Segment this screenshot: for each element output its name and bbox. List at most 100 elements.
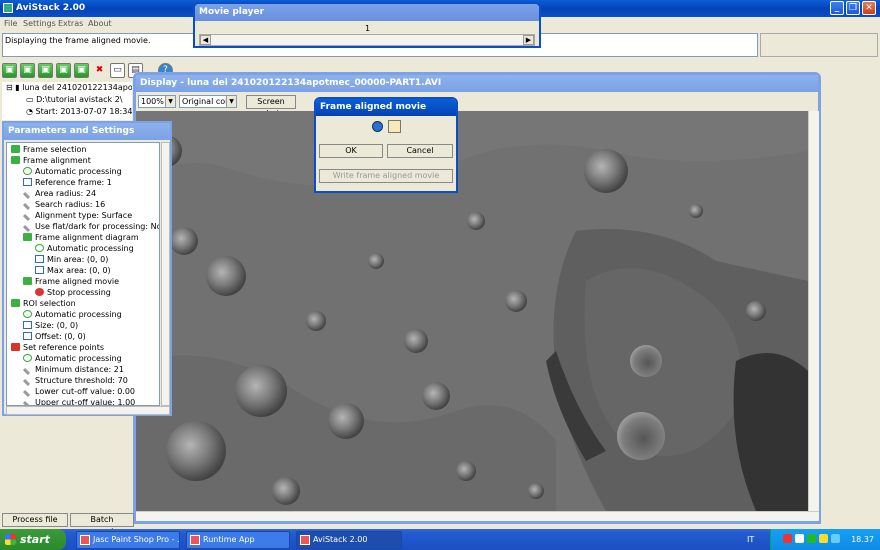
param-tree-item-label: Stop processing <box>47 288 111 297</box>
param-tree-item[interactable]: Automatic processing <box>35 243 134 254</box>
param-tree-item-label: Frame selection <box>23 145 87 154</box>
frame-slider[interactable]: ◀ ▶ <box>199 34 535 46</box>
param-tree-item[interactable]: Frame aligned movie <box>23 276 119 287</box>
param-tree-item[interactable]: Frame alignment diagram <box>23 232 139 243</box>
network-icon[interactable] <box>831 534 840 543</box>
parameters-title: Parameters and Settings <box>4 123 170 140</box>
param-tree-item[interactable]: Upper cut-off value: 1.00 <box>22 397 135 405</box>
param-tree-item-label: Frame aligned movie <box>35 277 120 286</box>
param-tree-item-label: Set reference points <box>23 343 104 352</box>
save-settings-icon[interactable]: ▣ <box>56 63 71 78</box>
param-tree-item[interactable]: Frame alignment <box>11 155 91 166</box>
movie-player-title: Movie player <box>195 4 539 21</box>
param-tree-item[interactable]: Max area: (0, 0) <box>35 265 111 276</box>
param-tree-item[interactable]: Structure threshold: 70 <box>22 375 128 387</box>
param-tree-item[interactable]: ROI selection <box>11 298 76 309</box>
taskbar: start Jasc Paint Shop Pro - ... Runtime … <box>0 529 880 550</box>
lunar-image[interactable] <box>136 111 808 511</box>
start-button[interactable]: start <box>0 529 66 550</box>
param-tree-item[interactable]: Automatic processing <box>23 309 122 320</box>
wrench-icon <box>22 213 31 222</box>
minimize-icon[interactable]: _ <box>830 1 844 15</box>
param-tree-item-label: Structure threshold: 70 <box>35 376 128 385</box>
param-tree-item[interactable]: Offset: (0, 0) <box>23 331 86 342</box>
param-tree-item[interactable]: Automatic processing <box>23 353 122 364</box>
process-file-button[interactable]: Process file <box>2 513 68 527</box>
param-tree-item[interactable]: Use flat/dark for processing: No <box>22 221 159 233</box>
chevron-down-icon: ▼ <box>165 96 175 107</box>
maximize-icon[interactable]: ❐ <box>846 1 860 15</box>
tray-icon[interactable] <box>819 534 828 543</box>
gear-icon <box>23 310 32 318</box>
param-tree-item[interactable]: Area radius: 24 <box>22 188 96 200</box>
wrench-icon <box>22 224 31 233</box>
window-controls: _ ❐ ✕ <box>830 1 876 15</box>
param-tree-item[interactable]: Reference frame: 1 <box>23 177 112 188</box>
param-tree-item-label: ROI selection <box>23 299 76 308</box>
param-tree-item[interactable]: Alignment type: Surface <box>22 210 132 222</box>
task-avistack[interactable]: AviStack 2.00 <box>296 531 402 549</box>
param-tree-item-label: Lower cut-off value: 0.00 <box>35 387 135 396</box>
param-tree-item[interactable]: Frame selection <box>11 144 86 155</box>
display-controls: 100%▼ Original color▼ Screen shot <box>138 95 296 118</box>
param-tree-item-label: Offset: (0, 0) <box>35 332 86 341</box>
param-tree-item[interactable]: Set reference points <box>11 342 104 353</box>
ok-button[interactable]: OK <box>319 144 383 158</box>
param-tree-item[interactable]: Minimum distance: 21 <box>22 364 124 376</box>
load-settings-icon[interactable]: ▣ <box>38 63 53 78</box>
app-title: AviStack 2.00 <box>16 3 86 13</box>
folder-icon <box>11 299 20 307</box>
delete-icon[interactable]: ✖ <box>92 63 107 78</box>
screenshot-button[interactable]: Screen shot <box>246 95 296 118</box>
parameters-vertical-scrollbar[interactable] <box>161 142 170 406</box>
param-tree-item[interactable]: Size: (0, 0) <box>23 320 78 331</box>
folder-icon <box>11 145 20 153</box>
file-tree-path[interactable]: ▭ D:\tutorial avistack 2\ <box>26 95 123 104</box>
new-document-icon[interactable]: ▭ <box>110 63 125 78</box>
param-tree-item[interactable]: Min area: (0, 0) <box>35 254 108 265</box>
menu-about[interactable]: About <box>88 19 112 28</box>
gear-icon <box>35 244 44 252</box>
param-tree-item[interactable]: Stop processing <box>35 287 111 298</box>
zoom-select[interactable]: 100% ▼ <box>138 95 176 108</box>
file-tree-root[interactable]: ⊟ ▮ luna del 241020122134apotmec <box>6 83 132 92</box>
menu-settings[interactable]: Settings <box>23 19 56 28</box>
file-tree-start[interactable]: ◔ Start: 2013-07-07 18:34:29 <box>26 107 132 116</box>
chevron-right-icon[interactable]: ▶ <box>523 35 534 45</box>
cancel-button[interactable]: Cancel <box>387 144 453 158</box>
task-runtime-app[interactable]: Runtime App <box>186 531 290 549</box>
doc-icon <box>23 332 32 340</box>
task-paint-shop[interactable]: Jasc Paint Shop Pro - ... <box>76 531 180 549</box>
color-mode-select[interactable]: Original color ▼ <box>179 95 237 108</box>
language-indicator[interactable]: IT <box>747 535 754 544</box>
menu-extras[interactable]: Extras <box>58 19 83 28</box>
doc-icon <box>23 321 32 329</box>
menu-file[interactable]: File <box>4 19 17 28</box>
param-tree-item[interactable]: Search radius: 16 <box>22 199 106 211</box>
write-frame-aligned-movie-button[interactable]: Write frame aligned movie <box>319 169 453 183</box>
display-horizontal-scrollbar[interactable] <box>136 511 819 521</box>
export-icon[interactable]: ▣ <box>74 63 89 78</box>
param-tree-item-label: Automatic processing <box>35 310 122 319</box>
settings-icon[interactable] <box>388 120 401 133</box>
param-tree-item-label: Frame alignment diagram <box>35 233 139 242</box>
tray-icon[interactable] <box>807 534 816 543</box>
save-icon[interactable]: ▣ <box>20 63 35 78</box>
display-vertical-scrollbar[interactable] <box>808 111 819 511</box>
tray-icon[interactable] <box>783 534 792 543</box>
param-tree-item[interactable]: Automatic processing <box>23 166 122 177</box>
param-tree-item-label: Automatic processing <box>35 167 122 176</box>
batch-processing-button[interactable]: Batch processing <box>70 513 134 536</box>
parameters-horizontal-scrollbar[interactable] <box>6 406 170 415</box>
wrench-icon <box>22 367 31 376</box>
param-tree-item-label: Automatic processing <box>35 354 122 363</box>
doc-icon <box>35 255 44 263</box>
param-tree-item-label: Search radius: 16 <box>35 200 106 209</box>
load-icon[interactable]: ▣ <box>2 63 17 78</box>
close-icon[interactable]: ✕ <box>862 1 876 15</box>
param-tree-item-label: Min area: (0, 0) <box>47 255 109 264</box>
chevron-left-icon[interactable]: ◀ <box>200 35 211 45</box>
param-tree-item[interactable]: Lower cut-off value: 0.00 <box>22 386 135 398</box>
info-icon[interactable] <box>372 121 383 132</box>
tray-icon[interactable] <box>795 534 804 543</box>
